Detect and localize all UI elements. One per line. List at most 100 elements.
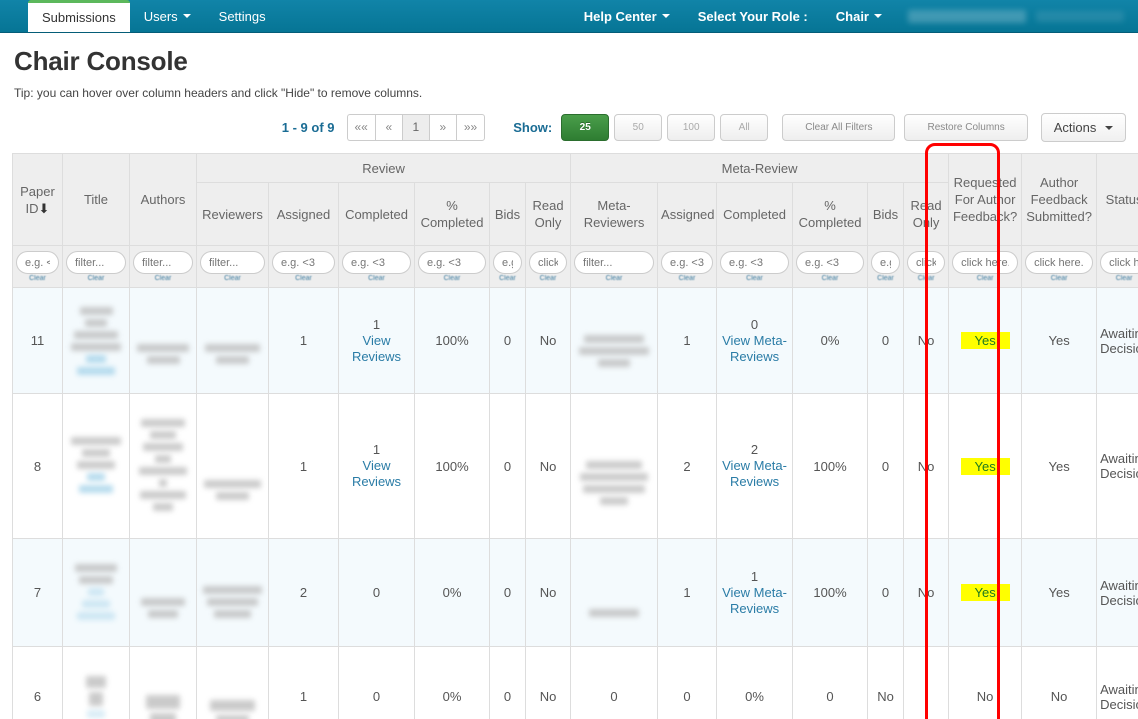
role-selector[interactable]: Chair bbox=[822, 0, 896, 32]
cell-requested-author-feedback[interactable]: Yes bbox=[948, 393, 1023, 539]
filter-clear-review-assigned[interactable]: Clear bbox=[272, 275, 335, 282]
filter-clear-feedback-submitted[interactable]: Clear bbox=[1025, 275, 1093, 282]
cell-meta-bids[interactable]: No bbox=[867, 646, 905, 719]
filter-clear-meta-assigned[interactable]: Clear bbox=[661, 275, 713, 282]
cell-review-read-only[interactable]: No bbox=[524, 646, 572, 719]
filter-clear-status[interactable]: Clear bbox=[1100, 275, 1138, 282]
col-header-authors[interactable]: Authors bbox=[129, 153, 197, 246]
cell-paper-id[interactable]: 6 bbox=[12, 646, 63, 719]
filter-input-reviewers[interactable] bbox=[200, 251, 265, 274]
filter-input-feedback-submitted[interactable] bbox=[1025, 251, 1094, 274]
cell-paper-id[interactable]: 7 bbox=[12, 538, 63, 647]
nav-item-users[interactable]: Users bbox=[130, 0, 205, 32]
cell-requested-author-feedback[interactable]: Yes bbox=[948, 287, 1023, 394]
cell-review-read-only[interactable]: No bbox=[524, 393, 572, 539]
col-header-review-read-only[interactable]: Read Only bbox=[524, 182, 572, 246]
view-meta-reviews-link[interactable]: View Meta-Reviews bbox=[722, 458, 787, 489]
cell-meta-read-only[interactable]: No bbox=[903, 287, 950, 394]
cell-requested-author-feedback[interactable]: No bbox=[948, 646, 1023, 719]
view-reviews-link[interactable]: View Reviews bbox=[352, 458, 401, 489]
show-25-button[interactable]: 25 bbox=[561, 113, 610, 141]
restore-columns-button[interactable]: Restore Columns bbox=[904, 113, 1028, 141]
clear-all-filters-button[interactable]: Clear All Filters bbox=[782, 113, 896, 141]
view-meta-reviews-link[interactable]: View Meta-Reviews bbox=[722, 333, 787, 364]
show-all-button[interactable]: All bbox=[720, 113, 769, 141]
view-reviews-link[interactable]: View Reviews bbox=[352, 333, 401, 364]
cell-status[interactable]: Awaiting Decision bbox=[1096, 538, 1138, 647]
cell-paper-id[interactable]: 11 bbox=[12, 287, 63, 394]
col-header-meta-completed[interactable]: Completed bbox=[716, 182, 794, 246]
filter-clear-reviewers[interactable]: Clear bbox=[200, 275, 265, 282]
cell-status[interactable]: Awaiting Decision bbox=[1096, 393, 1138, 539]
nav-item-submissions[interactable]: Submissions bbox=[28, 0, 130, 32]
show-100-button[interactable]: 100 bbox=[667, 113, 716, 141]
cell-title-redacted[interactable] bbox=[62, 538, 130, 647]
filter-clear-meta-reviewers[interactable]: Clear bbox=[574, 275, 654, 282]
pager-prev-button[interactable]: « bbox=[374, 113, 402, 141]
pager-page-1-button[interactable]: 1 bbox=[401, 113, 429, 141]
filter-clear-meta-pct[interactable]: Clear bbox=[796, 275, 864, 282]
pager-next-button[interactable]: » bbox=[428, 113, 456, 141]
pager-last-button[interactable]: »» bbox=[455, 113, 486, 141]
filter-input-authors[interactable] bbox=[133, 251, 193, 274]
filter-clear-meta-read-only[interactable]: Clear bbox=[907, 275, 945, 282]
col-header-meta-bids[interactable]: Bids bbox=[867, 182, 905, 246]
col-header-review-bids[interactable]: Bids bbox=[489, 182, 526, 246]
cell-meta-read-only[interactable]: No bbox=[903, 393, 950, 539]
filter-input-meta-reviewers[interactable] bbox=[574, 251, 655, 274]
cell-paper-id[interactable]: 8 bbox=[12, 393, 63, 539]
cell-review-read-only[interactable]: No bbox=[524, 287, 572, 394]
col-header-paper-id[interactable]: Paper ID⬇ bbox=[12, 153, 63, 246]
cell-review-read-only[interactable]: No bbox=[524, 538, 572, 647]
view-meta-reviews-link[interactable]: View Meta-Reviews bbox=[722, 585, 787, 616]
filter-clear-meta-bids[interactable]: Clear bbox=[871, 275, 900, 282]
filter-input-meta-assigned[interactable] bbox=[661, 251, 714, 274]
cell-status[interactable]: Awaiting Decision bbox=[1096, 287, 1138, 394]
filter-input-status[interactable] bbox=[1100, 251, 1138, 274]
filter-input-paper-id[interactable] bbox=[16, 251, 59, 274]
col-header-meta-read-only[interactable]: Read Only bbox=[903, 182, 950, 246]
show-50-button[interactable]: 50 bbox=[614, 113, 663, 141]
col-header-status[interactable]: Status bbox=[1096, 153, 1138, 246]
cell-title-redacted[interactable]: Abstract bbox=[62, 646, 130, 719]
filter-clear-review-read-only[interactable]: Clear bbox=[529, 275, 567, 282]
filter-clear-review-completed[interactable]: Clear bbox=[342, 275, 411, 282]
filter-clear-review-bids[interactable]: Clear bbox=[493, 275, 522, 282]
filter-input-requested-feedback[interactable] bbox=[952, 251, 1019, 274]
col-header-review-pct-completed[interactable]: % Completed bbox=[414, 182, 490, 246]
filter-clear-requested-feedback[interactable]: Clear bbox=[952, 275, 1018, 282]
filter-clear-review-pct[interactable]: Clear bbox=[418, 275, 486, 282]
col-header-title[interactable]: Title bbox=[62, 153, 130, 246]
col-header-review-assigned[interactable]: Assigned bbox=[268, 182, 339, 246]
filter-input-meta-read-only[interactable] bbox=[907, 251, 946, 274]
actions-button[interactable]: Actions bbox=[1040, 112, 1126, 142]
filter-input-review-pct[interactable] bbox=[418, 251, 486, 274]
cell-title-redacted[interactable] bbox=[62, 393, 130, 539]
cell-status[interactable]: Awaiting Decision bbox=[1096, 646, 1138, 719]
cell-requested-author-feedback[interactable]: Yes bbox=[948, 538, 1023, 647]
filter-clear-meta-completed[interactable]: Clear bbox=[720, 275, 789, 282]
col-header-reviewers[interactable]: Reviewers bbox=[196, 182, 269, 246]
filter-clear-paper-id[interactable]: Clear bbox=[16, 275, 59, 282]
col-header-requested-author-feedback[interactable]: Requested For Author Feedback? bbox=[948, 153, 1023, 246]
filter-clear-title[interactable]: Clear bbox=[66, 275, 126, 282]
col-header-meta-reviewers[interactable]: Meta-Reviewers bbox=[570, 182, 659, 246]
col-header-author-feedback-submitted[interactable]: Author Feedback Submitted? bbox=[1021, 153, 1098, 246]
filter-input-meta-completed[interactable] bbox=[720, 251, 790, 274]
pager-first-button[interactable]: «« bbox=[346, 113, 375, 141]
nav-item-help-center[interactable]: Help Center bbox=[570, 0, 684, 32]
filter-input-meta-bids[interactable] bbox=[871, 251, 901, 274]
col-header-review-completed[interactable]: Completed bbox=[338, 182, 415, 246]
col-header-meta-pct-completed[interactable]: % Completed bbox=[792, 182, 869, 246]
nav-item-settings[interactable]: Settings bbox=[205, 0, 280, 32]
filter-input-meta-pct[interactable] bbox=[796, 251, 865, 274]
filter-clear-authors[interactable]: Clear bbox=[133, 275, 193, 282]
filter-input-review-assigned[interactable] bbox=[272, 251, 335, 274]
cell-title-redacted[interactable] bbox=[62, 287, 130, 394]
filter-input-review-completed[interactable] bbox=[342, 251, 411, 274]
filter-input-review-read-only[interactable] bbox=[529, 251, 568, 274]
cell-meta-read-only[interactable]: No bbox=[903, 538, 950, 647]
filter-input-title[interactable] bbox=[66, 251, 126, 274]
filter-input-review-bids[interactable] bbox=[493, 251, 522, 274]
col-header-meta-assigned[interactable]: Assigned bbox=[657, 182, 718, 246]
